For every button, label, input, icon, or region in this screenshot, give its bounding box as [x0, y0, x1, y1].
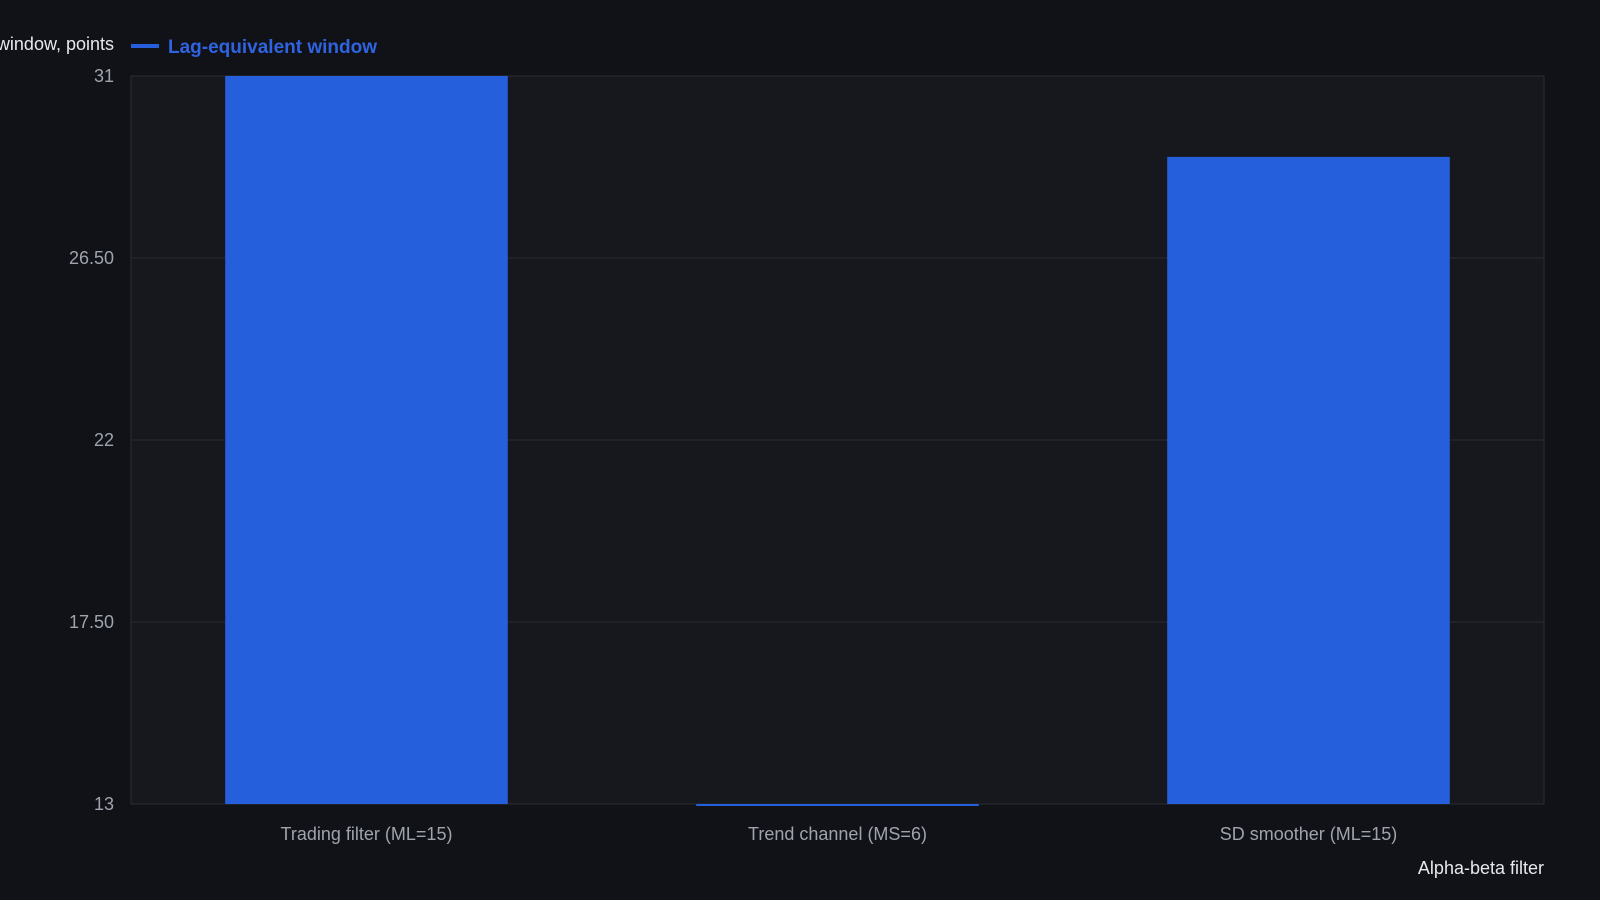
bar-chart: 1317.502226.5031 Trading filter (ML=15) T…: [0, 34, 1545, 878]
bar: [696, 804, 979, 806]
x-tick-label: Trading filter (ML=15): [281, 824, 453, 844]
y-tick-label: 13: [94, 794, 114, 814]
y-tick-label: 26.50: [69, 248, 114, 268]
y-tick-label: 31: [94, 66, 114, 86]
x-axis-ticks: Trading filter (ML=15) Trend channel (MS=…: [281, 824, 1398, 844]
y-axis-ticks: 13 17.50 22 26.50 31: [69, 66, 114, 814]
bar: [1167, 156, 1450, 804]
x-tick-label: SD smoother (ML=15): [1220, 824, 1398, 844]
y-tick-label: 22: [94, 430, 114, 450]
legend: Lag-equivalent window: [131, 37, 377, 58]
y-tick-label: 17.50: [69, 612, 114, 632]
y-axis-label: Lag-equivalent window, points: [0, 34, 114, 54]
legend-label: Lag-equivalent window: [168, 37, 377, 58]
x-axis-label: Alpha-beta filter: [1418, 858, 1544, 878]
bar: [225, 76, 508, 804]
x-tick-label: Trend channel (MS=6): [748, 824, 927, 844]
